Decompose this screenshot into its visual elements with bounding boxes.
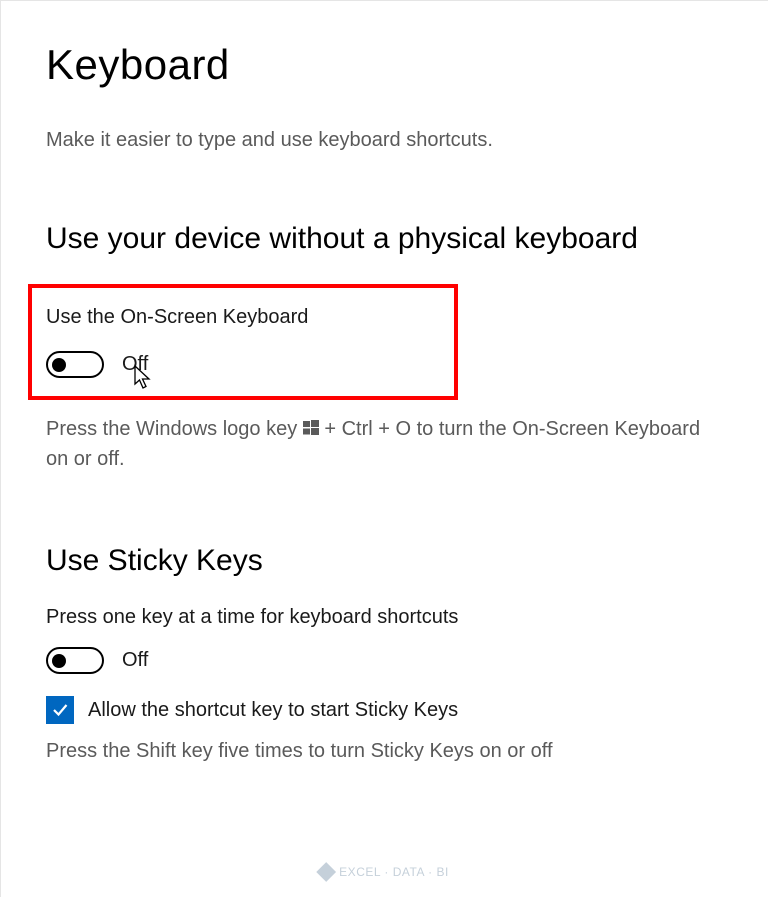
toggle-knob [52, 358, 66, 372]
onscreen-help-before: Press the Windows logo key [46, 418, 303, 440]
sticky-help-text: Press the Shift key five times to turn S… [46, 736, 723, 766]
sticky-toggle-state: Off [122, 649, 148, 672]
onscreen-toggle[interactable] [46, 351, 104, 378]
sticky-shortcut-checkbox[interactable] [46, 696, 74, 724]
windows-logo-icon [303, 420, 319, 436]
toggle-knob [52, 654, 66, 668]
highlight-box: Use the On-Screen Keyboard Off [28, 284, 458, 400]
watermark: EXCEL · DATA · BI [319, 865, 449, 879]
onscreen-toggle-state: Off [122, 353, 148, 376]
onscreen-toggle-label: Use the On-Screen Keyboard [46, 306, 440, 329]
onscreen-toggle-row: Off [46, 351, 440, 378]
sticky-toggle[interactable] [46, 647, 104, 674]
sticky-shortcut-checkbox-row: Allow the shortcut key to start Sticky K… [46, 696, 723, 724]
checkmark-icon [50, 700, 70, 720]
watermark-icon [316, 862, 336, 882]
section-onscreen-heading: Use your device without a physical keybo… [46, 222, 723, 256]
sticky-toggle-row: Off [46, 647, 723, 674]
page-title: Keyboard [46, 41, 723, 89]
sticky-toggle-label: Press one key at a time for keyboard sho… [46, 606, 723, 629]
onscreen-help-text: Press the Windows logo key + Ctrl + O to… [46, 414, 723, 474]
sticky-shortcut-checkbox-label: Allow the shortcut key to start Sticky K… [88, 699, 458, 722]
page-subtitle: Make it easier to type and use keyboard … [46, 129, 723, 152]
section-sticky-heading: Use Sticky Keys [46, 544, 723, 578]
watermark-text: EXCEL · DATA · BI [339, 865, 449, 879]
